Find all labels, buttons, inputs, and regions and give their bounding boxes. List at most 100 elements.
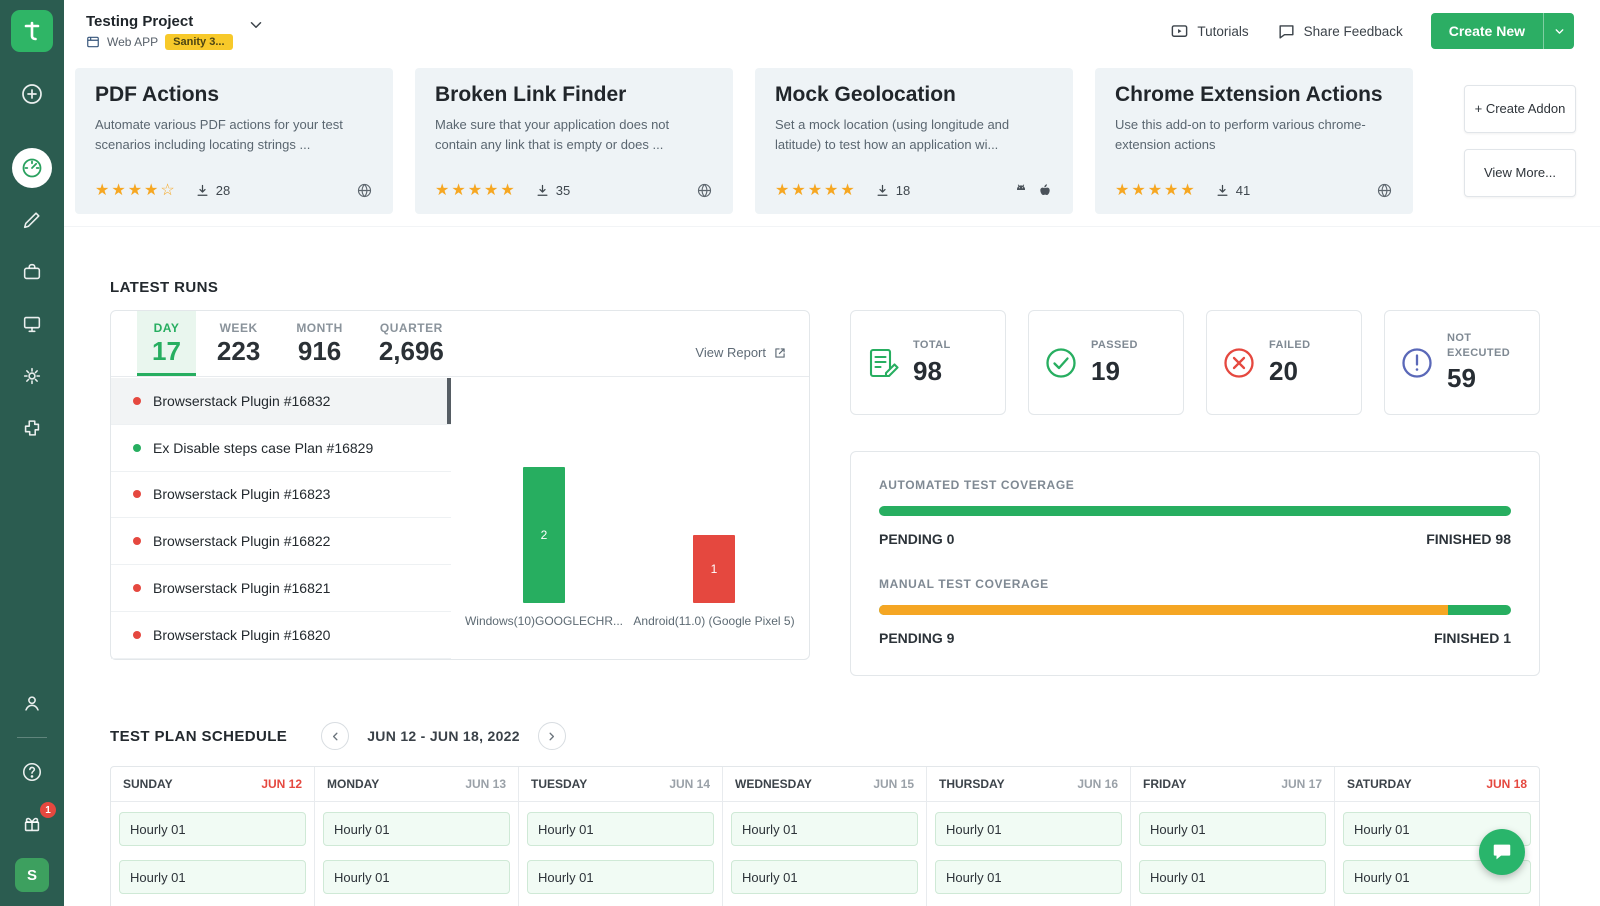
automated-finished: FINISHED 98 bbox=[1426, 531, 1511, 547]
profile-icon[interactable] bbox=[12, 683, 52, 723]
previous-week-button[interactable] bbox=[321, 722, 350, 750]
schedule-event[interactable]: Hourly 01 bbox=[119, 860, 306, 894]
schedule-event[interactable]: Hourly 01 bbox=[935, 860, 1122, 894]
sidebar-item-addons[interactable] bbox=[12, 408, 52, 448]
status-dot bbox=[133, 537, 141, 546]
project-switcher-chevron-down-icon[interactable] bbox=[247, 16, 265, 37]
addon-card-broken-link-finder[interactable]: Broken Link Finder Make sure that your a… bbox=[415, 68, 733, 214]
day-column-wednesday: WEDNESDAY JUN 15 Hourly 01 Hourly 01 Hou… bbox=[723, 767, 927, 906]
help-icon[interactable] bbox=[12, 752, 52, 792]
schedule-event[interactable]: Hourly 01 bbox=[323, 860, 510, 894]
stat-card-total[interactable]: TOTAL 98 bbox=[850, 310, 1006, 415]
rating-stars: ★★★★★ bbox=[775, 182, 857, 199]
briefcase-icon bbox=[23, 263, 41, 280]
tutorials-icon bbox=[1172, 24, 1188, 37]
tab-week[interactable]: WEEK 223 bbox=[202, 311, 275, 376]
dashboard-content: LATEST RUNS DAY 17 WEEK 223 MONTH 916 QU… bbox=[64, 227, 1600, 906]
rating-stars: ★★★★★ bbox=[435, 182, 517, 199]
addon-title: Mock Geolocation bbox=[775, 83, 956, 106]
schedule-event[interactable]: Hourly 01 bbox=[119, 812, 306, 846]
automated-coverage-bar[interactable] bbox=[879, 506, 1511, 516]
sidebar-item-edit[interactable] bbox=[12, 200, 52, 240]
week-calendar: SUNDAY JUN 12 Hourly 01 Hourly 01 Hourly… bbox=[110, 766, 1540, 906]
tab-quarter[interactable]: QUARTER 2,696 bbox=[364, 311, 459, 376]
download-icon bbox=[537, 184, 548, 196]
chart-bar-windows[interactable]: 2 bbox=[523, 467, 565, 603]
day-column-monday: MONDAY JUN 13 Hourly 01 Hourly 01 Hourly… bbox=[315, 767, 519, 906]
sidebar-item-projects[interactable] bbox=[12, 252, 52, 292]
day-date: JUN 12 bbox=[261, 777, 302, 791]
day-column-thursday: THURSDAY JUN 16 Hourly 01 Hourly 01 Hour… bbox=[927, 767, 1131, 906]
project-name[interactable]: Testing Project bbox=[86, 13, 233, 30]
chat-icon bbox=[1493, 844, 1511, 860]
run-list-item[interactable]: Browserstack Plugin #16820 bbox=[111, 612, 451, 659]
run-list-item[interactable]: Browserstack Plugin #16821 bbox=[111, 565, 451, 612]
share-feedback-button[interactable]: Share Feedback bbox=[1277, 22, 1403, 41]
whats-new-icon[interactable]: 1 bbox=[12, 802, 56, 844]
not-executed-exclamation-icon bbox=[1399, 345, 1435, 381]
run-list-item[interactable]: Browserstack Plugin #16822 bbox=[111, 518, 451, 566]
feedback-icon bbox=[1279, 24, 1294, 39]
tab-month[interactable]: MONTH 916 bbox=[281, 311, 358, 376]
run-list-item[interactable]: Browserstack Plugin #16832 bbox=[111, 378, 451, 425]
quick-create-icon[interactable] bbox=[12, 74, 52, 114]
automated-pending: PENDING 0 bbox=[879, 531, 955, 547]
create-new-chevron-down-icon[interactable] bbox=[1544, 13, 1574, 49]
project-version-badge[interactable]: Sanity 3... bbox=[165, 33, 233, 50]
sidebar-item-test-lab[interactable] bbox=[12, 304, 52, 344]
next-week-button[interactable] bbox=[537, 722, 566, 750]
latest-runs-title: LATEST RUNS bbox=[110, 279, 219, 296]
view-report-link[interactable]: View Report bbox=[695, 345, 787, 360]
download-count: 41 bbox=[1235, 182, 1251, 198]
download-icon bbox=[1217, 184, 1228, 196]
external-link-icon bbox=[775, 347, 785, 358]
chart-bar-android[interactable]: 1 bbox=[693, 535, 735, 603]
test-coverage-card: AUTOMATED TEST COVERAGE PENDING 0 FINISH… bbox=[850, 451, 1540, 676]
addon-description: Set a mock location (using longitude and… bbox=[775, 117, 1010, 152]
user-avatar[interactable]: S bbox=[15, 858, 49, 892]
chat-widget-button[interactable] bbox=[1479, 829, 1525, 875]
addon-card-mock-geolocation[interactable]: Mock Geolocation Set a mock location (us… bbox=[755, 68, 1073, 214]
notification-badge: 1 bbox=[40, 802, 56, 818]
status-dot bbox=[133, 490, 141, 499]
schedule-event[interactable]: Hourly 01 bbox=[323, 812, 510, 846]
globe-icon bbox=[697, 183, 712, 197]
globe-icon bbox=[357, 183, 372, 197]
addon-card-chrome-extension-actions[interactable]: Chrome Extension Actions Use this add-on… bbox=[1095, 68, 1413, 214]
rating-stars: ★★★★☆ bbox=[95, 182, 177, 199]
manual-coverage-title: MANUAL TEST COVERAGE bbox=[879, 577, 1049, 591]
schedule-event[interactable]: Hourly 01 bbox=[527, 812, 714, 846]
status-dot bbox=[133, 630, 141, 639]
create-addon-button[interactable]: + Create Addon bbox=[1464, 85, 1576, 133]
schedule-event[interactable]: Hourly 01 bbox=[1139, 812, 1326, 846]
day-date: JUN 14 bbox=[669, 777, 710, 791]
stat-card-not-executed[interactable]: NOT EXECUTED 59 bbox=[1384, 310, 1540, 415]
divider bbox=[17, 737, 47, 738]
schedule-event[interactable]: Hourly 01 bbox=[731, 812, 918, 846]
run-list-item[interactable]: Ex Disable steps case Plan #16829 bbox=[111, 425, 451, 472]
sidebar-item-dashboard[interactable] bbox=[12, 148, 52, 188]
day-column-friday: FRIDAY JUN 17 Hourly 01 Hourly 01 Hourly… bbox=[1131, 767, 1335, 906]
schedule-event[interactable]: Hourly 01 bbox=[527, 860, 714, 894]
stat-card-passed[interactable]: PASSED 19 bbox=[1028, 310, 1184, 415]
view-more-addons-button[interactable]: View More... bbox=[1464, 149, 1576, 197]
schedule-event[interactable]: Hourly 01 bbox=[1139, 860, 1326, 894]
run-list: Browserstack Plugin #16832 Ex Disable st… bbox=[111, 378, 451, 659]
addon-description: Use this add-on to perform various chrom… bbox=[1115, 117, 1366, 152]
app-logo[interactable] bbox=[11, 10, 53, 52]
schedule-event[interactable]: Hourly 01 bbox=[935, 812, 1122, 846]
tab-day[interactable]: DAY 17 bbox=[137, 311, 196, 376]
schedule-title: TEST PLAN SCHEDULE bbox=[110, 727, 288, 745]
schedule-event[interactable]: Hourly 01 bbox=[731, 860, 918, 894]
passed-check-icon bbox=[1043, 345, 1079, 381]
download-icon bbox=[877, 184, 888, 196]
runs-period-tabs: DAY 17 WEEK 223 MONTH 916 QUARTER 2,696 … bbox=[111, 311, 809, 377]
manual-coverage-bar[interactable] bbox=[879, 605, 1511, 615]
day-name: SATURDAY bbox=[1347, 777, 1412, 791]
stat-card-failed[interactable]: FAILED 20 bbox=[1206, 310, 1362, 415]
create-new-button[interactable]: Create New bbox=[1430, 13, 1574, 49]
sidebar-item-settings[interactable] bbox=[12, 356, 52, 396]
tutorials-button[interactable]: Tutorials bbox=[1170, 22, 1249, 41]
run-list-item[interactable]: Browserstack Plugin #16823 bbox=[111, 472, 451, 519]
addon-card-pdf-actions[interactable]: PDF Actions Automate various PDF actions… bbox=[75, 68, 393, 214]
